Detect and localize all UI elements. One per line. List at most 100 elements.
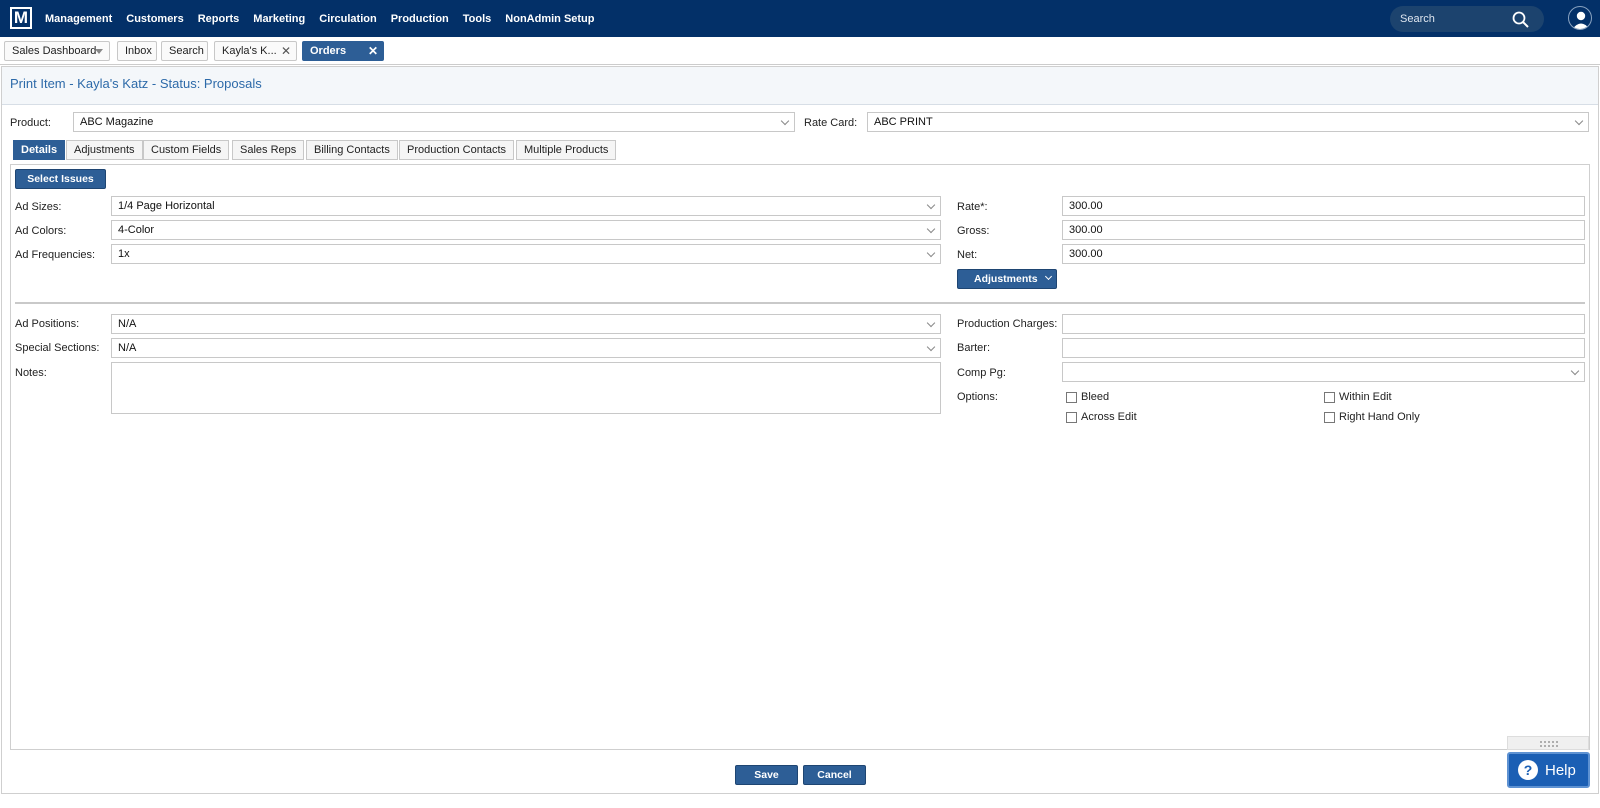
gross-input[interactable]: 300.00 <box>1062 220 1585 240</box>
options-label: Options: <box>957 391 998 403</box>
subtab-production-contacts[interactable]: Production Contacts <box>399 140 515 160</box>
ad-colors-select[interactable]: 4-Color <box>111 220 941 240</box>
help-button[interactable]: ? Help <box>1507 752 1590 788</box>
drag-handle-icon[interactable] <box>1507 736 1589 750</box>
ad-positions-select[interactable]: N/A <box>111 314 941 334</box>
user-avatar-icon[interactable] <box>1568 6 1592 30</box>
menu-reports[interactable]: Reports <box>198 13 240 25</box>
notes-label: Notes: <box>15 367 47 379</box>
close-icon[interactable]: ✕ <box>368 42 378 60</box>
app-logo[interactable]: M <box>10 7 32 29</box>
chevron-down-icon <box>926 248 936 258</box>
ad-positions-value: N/A <box>118 318 137 330</box>
right-hand-only-checkbox[interactable] <box>1324 412 1335 423</box>
top-navbar: M Management Customers Reports Marketing… <box>0 0 1600 37</box>
subtab-details[interactable]: Details <box>13 140 66 160</box>
special-sections-select[interactable]: N/A <box>111 338 941 358</box>
search-icon[interactable] <box>1512 11 1529 28</box>
production-charges-label: Production Charges: <box>957 318 1058 330</box>
subtab-sales-reps[interactable]: Sales Reps <box>232 140 305 160</box>
right-hand-only-label: Right Hand Only <box>1339 411 1420 423</box>
production-charges-input[interactable] <box>1062 314 1585 334</box>
rate-card-select[interactable]: ABC PRINT <box>867 112 1589 132</box>
save-button[interactable]: Save <box>735 765 798 785</box>
menu-customers[interactable]: Customers <box>126 13 183 25</box>
bleed-label: Bleed <box>1081 391 1110 403</box>
tab-label: Orders <box>310 45 347 57</box>
product-value: ABC Magazine <box>80 116 154 128</box>
chevron-down-icon <box>926 224 936 234</box>
page-title: Print Item - Kayla's Katz - Status: Prop… <box>10 76 262 91</box>
tab-label: Search <box>169 45 204 57</box>
adjustments-dropdown-button[interactable]: Adjustments <box>957 269 1057 289</box>
ad-colors-value: 4-Color <box>118 224 155 236</box>
comp-pg-label: Comp Pg: <box>957 367 1006 379</box>
net-label: Net: <box>957 249 978 261</box>
close-icon[interactable]: ✕ <box>281 42 291 60</box>
special-sections-label: Special Sections: <box>15 342 100 354</box>
barter-input[interactable] <box>1062 338 1585 358</box>
tab-label: Sales Dashboard <box>12 45 97 57</box>
tab-orders[interactable]: Orders ✕ <box>302 41 384 61</box>
rate-input[interactable]: 300.00 <box>1062 196 1585 216</box>
tab-search[interactable]: Search <box>161 41 208 61</box>
bleed-checkbox[interactable] <box>1066 392 1077 403</box>
adjustments-button-label: Adjustments <box>974 273 1038 285</box>
subtab-billing-contacts[interactable]: Billing Contacts <box>306 140 398 160</box>
subtab-adjustments[interactable]: Adjustments <box>66 140 143 160</box>
ad-sizes-value: 1/4 Page Horizontal <box>118 200 215 212</box>
menu-marketing[interactable]: Marketing <box>253 13 305 25</box>
rate-card-value: ABC PRINT <box>874 116 933 128</box>
within-edit-checkbox[interactable] <box>1324 392 1335 403</box>
ad-frequencies-select[interactable]: 1x <box>111 244 941 264</box>
section-divider <box>15 302 1585 304</box>
ad-frequencies-value: 1x <box>118 248 130 260</box>
tab-sales-dashboard[interactable]: Sales Dashboard <box>4 41 110 61</box>
across-edit-checkbox[interactable] <box>1066 412 1077 423</box>
rate-label: Rate*: <box>957 201 988 213</box>
chevron-down-icon <box>926 200 936 210</box>
subtab-custom-fields[interactable]: Custom Fields <box>143 140 230 160</box>
rate-card-label: Rate Card: <box>804 117 858 129</box>
tab-inbox[interactable]: Inbox <box>117 41 157 61</box>
select-issues-button[interactable]: Select Issues <box>15 169 106 189</box>
help-label: Help <box>1545 762 1576 779</box>
product-label: Product: <box>10 117 51 129</box>
chevron-down-icon <box>1044 272 1053 281</box>
global-search <box>1390 6 1544 32</box>
subtab-multiple-products[interactable]: Multiple Products <box>516 140 617 160</box>
menu-production[interactable]: Production <box>391 13 449 25</box>
menu-management[interactable]: Management <box>45 13 112 25</box>
panel-header: Print Item - Kayla's Katz - Status: Prop… <box>2 67 1598 105</box>
special-sections-value: N/A <box>118 342 137 354</box>
ad-sizes-select[interactable]: 1/4 Page Horizontal <box>111 196 941 216</box>
chevron-down-icon <box>1574 116 1584 126</box>
chevron-down-icon <box>926 342 936 352</box>
net-input[interactable]: 300.00 <box>1062 244 1585 264</box>
cancel-button[interactable]: Cancel <box>803 765 866 785</box>
comp-pg-select[interactable] <box>1062 362 1585 382</box>
gross-label: Gross: <box>957 225 990 237</box>
ad-frequencies-label: Ad Frequencies: <box>15 249 96 261</box>
question-icon: ? <box>1518 760 1538 780</box>
within-edit-label: Within Edit <box>1339 391 1392 403</box>
across-edit-label: Across Edit <box>1081 411 1137 423</box>
tab-label: Inbox <box>125 45 152 57</box>
tab-label: Kayla's K... <box>222 45 277 57</box>
notes-textarea[interactable] <box>111 362 941 414</box>
ad-positions-label: Ad Positions: <box>15 318 80 330</box>
menu-nonadmin-setup[interactable]: NonAdmin Setup <box>505 13 594 25</box>
chevron-down-icon <box>926 318 936 328</box>
main-menu: Management Customers Reports Marketing C… <box>45 0 609 37</box>
menu-tools[interactable]: Tools <box>463 13 492 25</box>
product-select[interactable]: ABC Magazine <box>73 112 795 132</box>
search-input[interactable] <box>1400 10 1510 28</box>
chevron-down-icon <box>1570 366 1580 376</box>
barter-label: Barter: <box>957 342 991 354</box>
ad-sizes-label: Ad Sizes: <box>15 201 62 213</box>
dropdown-caret-icon[interactable] <box>95 49 103 54</box>
ad-colors-label: Ad Colors: <box>15 225 67 237</box>
menu-circulation[interactable]: Circulation <box>319 13 376 25</box>
open-tabs-bar: Sales Dashboard Inbox Search Kayla's K..… <box>0 37 1600 65</box>
tab-kaylas-katz[interactable]: Kayla's K... ✕ <box>214 41 297 61</box>
